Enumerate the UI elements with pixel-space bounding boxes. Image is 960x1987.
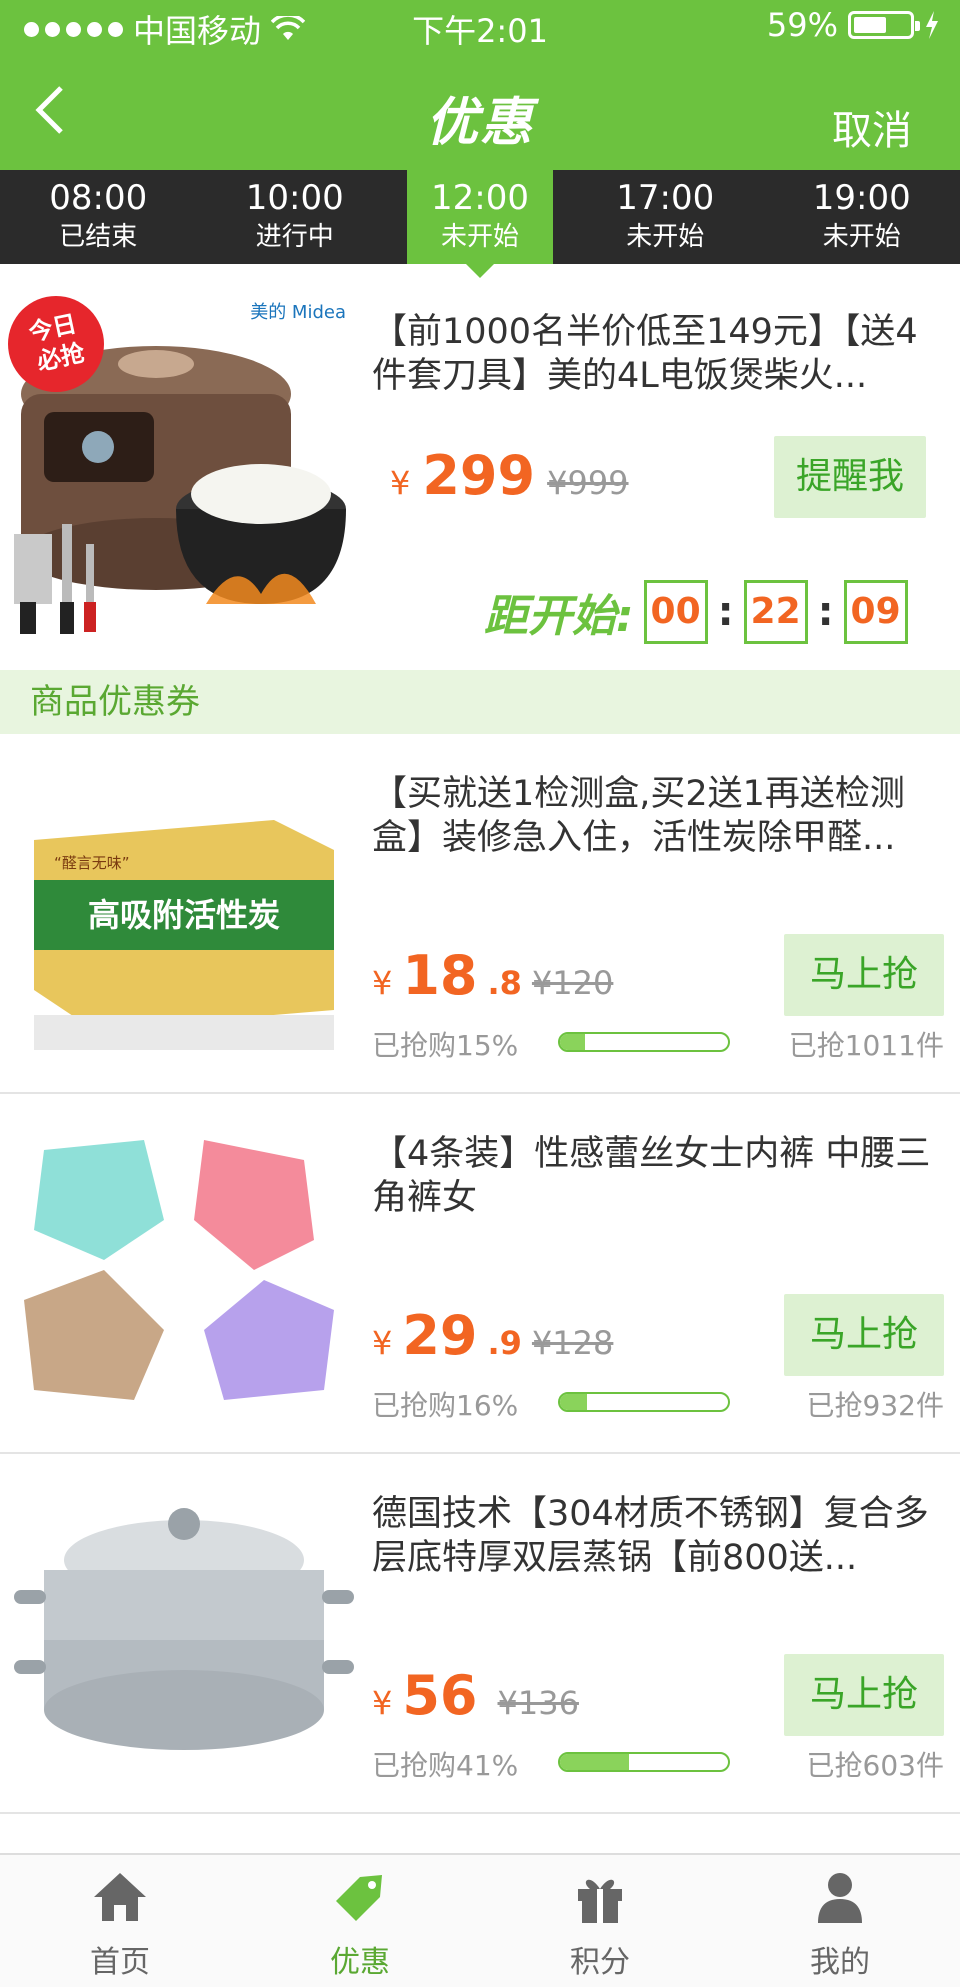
remind-me-button[interactable]: 提醒我	[774, 436, 926, 518]
tab-label: 积分	[570, 1945, 630, 1980]
progress-fill	[560, 1394, 587, 1410]
top-bar: 中国移动 下午2:01 59% 优惠 取消	[0, 0, 960, 170]
countdown-seconds: 09	[843, 580, 908, 644]
featured-product[interactable]: 今日 必抢 美的 Midea 【前1000名半价低至149元】【送4件套刀具】美…	[0, 264, 960, 670]
tab-time: 17:00	[616, 178, 715, 218]
tab-time: 10:00	[245, 178, 344, 218]
tab-status: 未开始	[626, 222, 705, 252]
currency-symbol: ¥	[372, 1684, 393, 1722]
time-slot-tabs: 08:00 已结束 10:00 进行中 12:00 未开始 17:00 未开始 …	[0, 170, 960, 278]
product-title[interactable]: 【4条装】性感蕾丝女士内裤 中腰三角裤女	[372, 1132, 942, 1220]
sale-price-dec: .9	[487, 1324, 522, 1362]
lace-underwear-image	[14, 1130, 354, 1420]
battery-icon	[848, 11, 920, 39]
tab-status: 已结束	[59, 222, 138, 252]
grab-now-button[interactable]: 马上抢	[784, 934, 944, 1016]
tag-icon	[336, 1875, 382, 1921]
nav-bar: 优惠 取消	[0, 62, 960, 170]
cancel-button[interactable]: 取消	[832, 98, 912, 156]
original-price: ¥120	[531, 964, 614, 1002]
tab-time-1200[interactable]: 12:00 未开始	[407, 170, 553, 278]
sold-count: 已抢603件	[806, 1749, 944, 1782]
user-icon	[818, 1873, 862, 1923]
page-title: 优惠	[425, 93, 534, 153]
tab-label: 我的	[810, 1945, 870, 1980]
tab-label: 优惠	[330, 1945, 390, 1980]
home-icon	[94, 1873, 146, 1921]
product-card[interactable]: 高吸附活性炭 “醛言无味” 【买就送1检测盒,买2送1再送检测盒】装修急入住，活…	[0, 734, 960, 1094]
product-price: ¥ 18.8 ¥120	[372, 944, 613, 1007]
progress-bar	[558, 1752, 730, 1772]
product-card[interactable]: 德国技术【304材质不锈钢】复合多层底特厚双层蒸锅【前800送... ¥ 56 …	[0, 1454, 960, 1814]
status-bar: 中国移动 下午2:01 59%	[0, 0, 960, 50]
tab-time-0800[interactable]: 08:00 已结束	[0, 170, 197, 264]
countdown-timer: 距开始: 00 : 22 : 09	[484, 580, 908, 644]
tab-status: 未开始	[822, 222, 901, 252]
original-price: ¥136	[497, 1684, 579, 1722]
battery-status: 59%	[767, 6, 940, 44]
countdown-separator: :	[817, 589, 834, 635]
progress-fill	[560, 1754, 629, 1770]
grab-now-button[interactable]: 马上抢	[784, 1654, 944, 1736]
sold-percent: 已抢购15%	[372, 1029, 519, 1062]
product-card[interactable]: 【4条装】性感蕾丝女士内裤 中腰三角裤女 ¥ 29.9 ¥128 马上抢 已抢购…	[0, 1094, 960, 1454]
tab-home[interactable]: 首页	[0, 1855, 240, 1987]
steamer-pot-image	[14, 1490, 354, 1780]
tab-label: 首页	[90, 1945, 150, 1980]
sale-price-int: 18	[402, 944, 478, 1007]
sold-count: 已抢1011件	[788, 1029, 944, 1062]
sale-price-int: 56	[402, 1664, 478, 1727]
sold-count: 已抢932件	[806, 1389, 944, 1422]
box-slogan: “醛言无味”	[54, 854, 130, 872]
charging-icon	[926, 11, 938, 39]
tab-deals[interactable]: 优惠	[240, 1855, 480, 1987]
product-price: ¥ 56 ¥136	[372, 1664, 579, 1727]
tab-time: 12:00	[431, 178, 529, 218]
sale-price-dec: .8	[487, 964, 522, 1002]
grab-now-button[interactable]: 马上抢	[784, 1294, 944, 1376]
product-price: ¥ 29.9 ¥128	[372, 1304, 613, 1367]
rice-cooker-image: 今日 必抢 美的 Midea	[6, 284, 356, 644]
original-price: ¥128	[531, 1324, 614, 1362]
tab-time-1700[interactable]: 17:00 未开始	[567, 170, 764, 264]
countdown-minutes: 22	[743, 580, 808, 644]
tab-status: 进行中	[255, 222, 334, 252]
currency-symbol: ¥	[372, 964, 393, 1002]
countdown-separator: :	[717, 589, 734, 635]
tab-status: 未开始	[440, 222, 519, 252]
brand-logo: 美的 Midea	[250, 302, 346, 323]
bottom-tab-bar: 首页 优惠 积分 我的	[0, 1853, 960, 1987]
tab-time: 08:00	[49, 178, 148, 218]
product-image-text: 高吸附活性炭	[88, 896, 280, 934]
sold-percent: 已抢购16%	[372, 1389, 519, 1422]
section-title: 商品优惠券	[0, 670, 960, 734]
gift-icon	[578, 1879, 622, 1923]
progress-bar	[558, 1392, 730, 1412]
tab-me[interactable]: 我的	[720, 1855, 960, 1987]
tab-time-1900[interactable]: 19:00 未开始	[764, 170, 960, 264]
tab-points[interactable]: 积分	[480, 1855, 720, 1987]
product-title[interactable]: 德国技术【304材质不锈钢】复合多层底特厚双层蒸锅【前800送...	[372, 1492, 942, 1580]
progress-bar	[558, 1032, 730, 1052]
featured-price: ¥ 299 ¥999	[390, 444, 629, 507]
currency-symbol: ¥	[372, 1324, 393, 1362]
sold-percent: 已抢购41%	[372, 1749, 519, 1782]
sale-price: 299	[422, 444, 536, 507]
currency-symbol: ¥	[390, 464, 411, 502]
featured-title[interactable]: 【前1000名半价低至149元】【送4件套刀具】美的4L电饭煲柴火...	[372, 310, 942, 398]
charcoal-box-image: 高吸附活性炭 “醛言无味”	[14, 770, 354, 1060]
product-title[interactable]: 【买就送1检测盒,买2送1再送检测盒】装修急入住，活性炭除甲醛...	[372, 772, 942, 860]
original-price: ¥999	[547, 464, 629, 502]
battery-percent: 59%	[766, 6, 838, 44]
countdown-label: 距开始:	[484, 591, 634, 642]
tab-time: 19:00	[812, 178, 911, 218]
progress-fill	[560, 1034, 586, 1050]
countdown-hours: 00	[643, 580, 708, 644]
tab-time-1000[interactable]: 10:00 进行中	[197, 170, 394, 264]
sale-price-int: 29	[402, 1304, 478, 1367]
